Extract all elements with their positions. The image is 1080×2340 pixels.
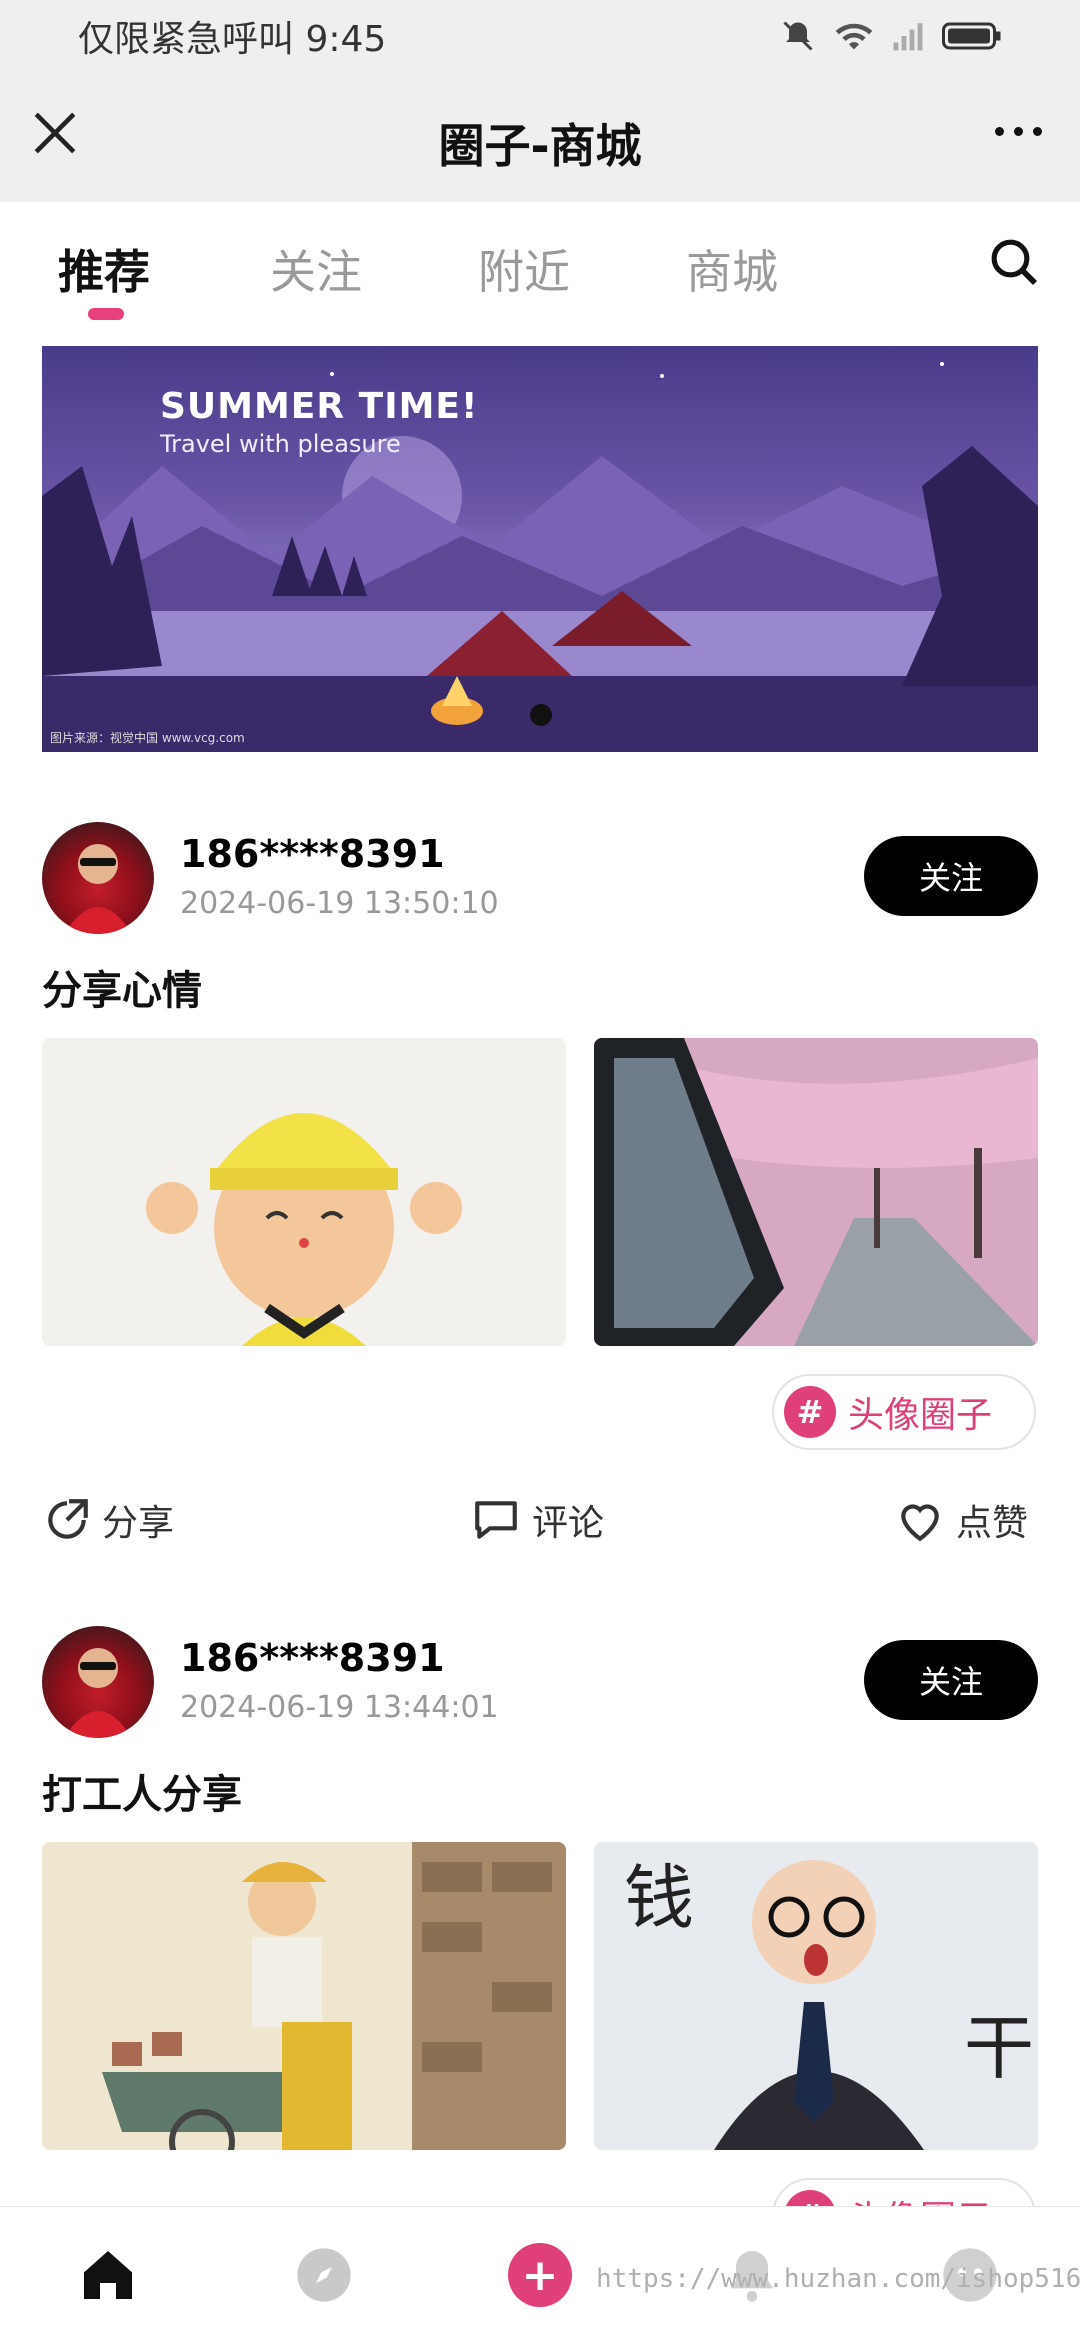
banner-page-indicator: [530, 704, 552, 726]
hashtag-icon: #: [784, 1386, 836, 1438]
banner-credit: 图片来源：视觉中国 www.vcg.com: [50, 731, 245, 745]
avatar[interactable]: [42, 822, 154, 934]
svg-text:干: 干: [964, 2007, 1034, 2089]
username[interactable]: 186****8391: [180, 1636, 445, 1680]
comment-icon: [475, 1501, 517, 1539]
post-title: 打工人分享: [42, 1772, 242, 1818]
share-label: 分享: [102, 1503, 175, 1544]
avatar[interactable]: [42, 1626, 154, 1738]
like-button[interactable]: 点赞: [894, 1494, 1028, 1546]
banner-title: SUMMER TIME!: [160, 386, 479, 427]
search-icon[interactable]: [986, 234, 1042, 290]
like-label: 点赞: [956, 1503, 1029, 1544]
comment-button[interactable]: 评论: [470, 1494, 604, 1546]
tab-nearby[interactable]: 附近: [478, 236, 570, 302]
status-text: 仅限紧急呼叫 9:45: [78, 19, 387, 60]
compass-icon[interactable]: [292, 2243, 356, 2307]
follow-button[interactable]: 关注: [864, 836, 1038, 916]
more-options-icon[interactable]: [990, 116, 1046, 146]
share-icon: [48, 1499, 88, 1539]
mute-icon: [783, 21, 813, 51]
tab-mall[interactable]: 商城: [686, 236, 778, 302]
wifi-icon: [835, 23, 873, 50]
tab-bar: 推荐 关注 附近 商城: [0, 202, 1080, 332]
tab-following[interactable]: 关注: [270, 236, 362, 302]
topic-tag-label: 头像圈子: [848, 1395, 993, 1436]
post-title: 分享心情: [42, 968, 202, 1014]
watermark-text: https://www.huzhan.com/ishop51679: [596, 2264, 1080, 2294]
promo-banner[interactable]: SUMMER TIME! Travel with pleasure 图片来源：视…: [42, 346, 1038, 752]
tab-recommend[interactable]: 推荐: [58, 236, 150, 302]
battery-icon: [942, 22, 1001, 50]
post-image[interactable]: [594, 1038, 1038, 1346]
follow-button[interactable]: 关注: [864, 1640, 1038, 1720]
post-image[interactable]: [42, 1038, 566, 1346]
username[interactable]: 186****8391: [180, 832, 445, 876]
post-timestamp: 2024-06-19 13:44:01: [180, 1690, 499, 1725]
comment-label: 评论: [532, 1503, 605, 1544]
status-bar: 仅限紧急呼叫 9:45: [0, 0, 1080, 72]
post-image[interactable]: [42, 1842, 566, 2150]
tab-active-indicator: [88, 308, 124, 320]
banner-subtitle: Travel with pleasure: [160, 430, 401, 458]
status-icons: [780, 18, 1002, 54]
share-button[interactable]: 分享: [42, 1494, 174, 1546]
topic-tag[interactable]: # 头像圈子: [772, 1374, 1036, 1450]
page-title: 圈子-商城: [438, 119, 642, 173]
signal-icon: [893, 23, 923, 51]
nav-bar: 圈子-商城: [0, 72, 1080, 202]
add-icon[interactable]: +: [508, 2243, 572, 2307]
svg-text:钱: 钱: [624, 1857, 694, 1939]
post-image[interactable]: 钱 干: [594, 1842, 1038, 2150]
home-icon[interactable]: [76, 2243, 140, 2307]
heart-icon: [901, 1504, 939, 1542]
post-timestamp: 2024-06-19 13:50:10: [180, 886, 499, 921]
